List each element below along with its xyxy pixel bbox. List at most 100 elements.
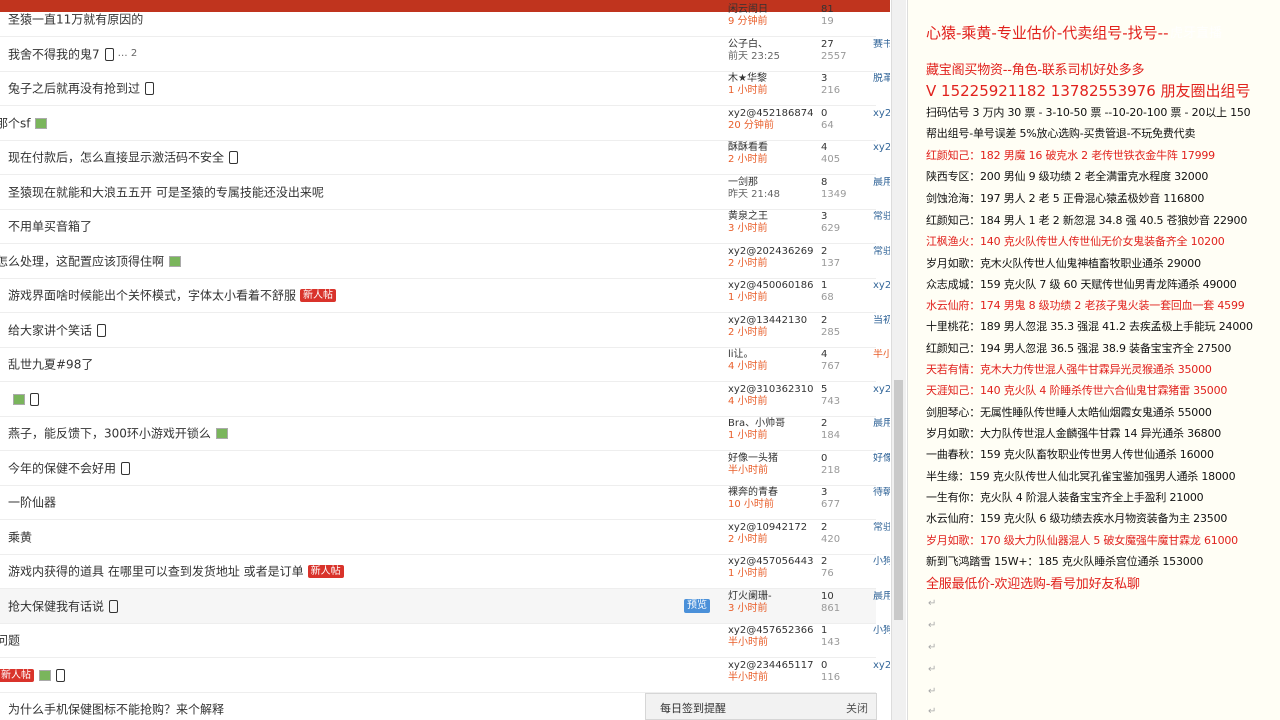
last-reply-user[interactable]: 好像	[873, 453, 890, 465]
author-name[interactable]: 好像一头猪	[728, 453, 818, 465]
thread-row[interactable]: xy2@310362310 4 小时前 5 743 xy2	[0, 382, 890, 417]
thread-row[interactable]: 给大家讲个笑话 xy2@13442130 2 小时前 2 285 当初	[0, 313, 890, 348]
thread-row[interactable]: 一阶仙器 裸奔的青春 10 小时前 3 677 待朝	[0, 485, 890, 520]
thread-title-link[interactable]: 燕子，能反馈下，300环小游戏开锁么	[8, 427, 211, 441]
last-reply-user[interactable]: xy2	[873, 108, 890, 120]
thread-title-link[interactable]: 游戏界面啥时候能出个关怀模式，字体太小看着不舒服	[8, 289, 296, 303]
last-reply-cell[interactable]: 常驻	[873, 211, 890, 223]
last-reply-cell[interactable]: 晨用	[873, 418, 890, 430]
author-name[interactable]: xy2@457652366	[728, 625, 818, 637]
author-name[interactable]: li让。	[728, 349, 818, 361]
last-reply-user[interactable]: 晨用	[873, 177, 890, 189]
thread-row[interactable]: 圣猿现在就能和大浪五五开 可是圣猿的专属技能还没出来呢 一剑那 昨天 21:48 8 1…	[0, 175, 890, 210]
last-reply-cell[interactable]: 好像	[873, 453, 890, 465]
last-reply-cell[interactable]: 半小	[873, 349, 890, 361]
thread-title-link[interactable]: 一阶仙器	[8, 496, 56, 510]
author-name[interactable]: xy2@310362310	[728, 384, 818, 396]
last-reply-cell[interactable]: 常驻	[873, 246, 890, 258]
thread-row[interactable]: 乘黄 xy2@10942172 2 小时前 2 420 常驻	[0, 520, 890, 555]
last-reply-user[interactable]: 晨用	[873, 418, 890, 430]
thread-title-link[interactable]: 乱世九夏#98了	[8, 358, 93, 372]
thread-row[interactable]: 不用单买音箱了 黄泉之王 3 小时前 3 629 常驻	[0, 209, 890, 244]
last-reply-cell[interactable]: 赛书	[873, 39, 890, 51]
thread-title-link[interactable]: 为什么手机保健图标不能抢购？来个解释	[8, 703, 224, 717]
thread-row[interactable]: 今年的保健不会好用 好像一头猪 半小时前 0 218 好像	[0, 451, 890, 486]
thread-title-link[interactable]: 抢大保健我有话说	[8, 599, 104, 613]
thread-title-link[interactable]: 怎么处理，这配置应该顶得住啊	[0, 254, 164, 268]
author-name[interactable]: 闲云闹日	[728, 4, 818, 16]
last-reply-user[interactable]: 待朝	[873, 487, 890, 499]
last-reply-user[interactable]: xy2	[873, 660, 890, 672]
last-reply-user[interactable]: xy2	[873, 384, 890, 396]
last-reply-user[interactable]: 赛书	[873, 39, 890, 51]
popup-close-button[interactable]: 关闭	[846, 700, 868, 716]
thread-row[interactable]: 抢大保健我有话说 预览 灯火阑珊- 3 小时前 10 861 晨用	[0, 588, 890, 624]
last-reply-user[interactable]: 半小	[873, 349, 890, 361]
author-name[interactable]: xy2@450060186	[728, 280, 818, 292]
thread-title-link[interactable]: 游戏内获得的道具 在哪里可以查到发货地址 或者是订单	[8, 565, 304, 579]
author-name[interactable]: xy2@10942172	[728, 522, 818, 534]
last-reply-user[interactable]: xy2	[873, 280, 890, 292]
thread-row[interactable]: 燕子，能反馈下，300环小游戏开锁么 Bra、小帅哥 1 小时前 2 184 晨用	[0, 416, 890, 451]
preview-button[interactable]: 预览	[684, 598, 710, 613]
thread-row[interactable]: 游戏界面啥时候能出个关怀模式，字体太小看着不舒服 新人帖 xy2@450060186…	[0, 278, 890, 313]
thread-title-link[interactable]: 不用单买音箱了	[8, 220, 92, 234]
last-reply-user[interactable]: 小狗	[873, 625, 890, 637]
author-name[interactable]: 灯火阑珊-	[728, 591, 818, 603]
last-reply-cell[interactable]: 常驻	[873, 522, 890, 534]
thread-row[interactable]: 乱世九夏#98了 li让。 4 小时前 4 767 半小	[0, 347, 890, 382]
last-reply-cell[interactable]: xy2	[873, 660, 890, 672]
author-name[interactable]: xy2@234465117	[728, 660, 818, 672]
thread-title-link[interactable]: 乘黄	[8, 530, 32, 544]
author-name[interactable]: Bra、小帅哥	[728, 418, 818, 430]
author-name[interactable]: 公子白、	[728, 39, 818, 51]
thread-title-link[interactable]: 给大家讲个笑话	[8, 323, 92, 337]
thread-title-link[interactable]: 我舍不得我的鬼7	[8, 47, 100, 61]
thread-row[interactable]: 游戏内获得的道具 在哪里可以查到发货地址 或者是订单 新人帖 xy2@4570564…	[0, 554, 890, 589]
scrollbar[interactable]	[891, 0, 906, 720]
author-name[interactable]: 木★华黎	[728, 73, 818, 85]
author-name[interactable]: xy2@13442130	[728, 315, 818, 327]
thread-row[interactable]: 圣猿一直11万就有原因的 闲云闹日 9 分钟前 81 19	[0, 2, 876, 37]
last-reply-cell[interactable]: 小狗	[873, 625, 890, 637]
page-links[interactable]: … 2	[118, 48, 138, 59]
thread-title-link[interactable]: 问题	[0, 634, 20, 648]
last-reply-cell[interactable]: xy2	[873, 108, 890, 120]
thread-title-link[interactable]: 今年的保健不会好用	[8, 461, 116, 475]
thread-row[interactable]: 现在付款后，怎么直接显示激活码不安全 酥酥看看 2 小时前 4 405 xy2	[0, 140, 890, 175]
author-name[interactable]: xy2@452186874	[728, 108, 818, 120]
author-name[interactable]: 酥酥看看	[728, 142, 818, 154]
thread-row[interactable]: 兔子之后就再没有抢到过 木★华黎 1 小时前 3 216 脱革	[0, 71, 890, 106]
thread-title-link[interactable]: 圣猿一直11万就有原因的	[8, 13, 143, 27]
author-name[interactable]: xy2@457056443	[728, 556, 818, 568]
thread-title-link[interactable]: 那个sf	[0, 116, 30, 130]
author-name[interactable]: xy2@202436269	[728, 246, 818, 258]
author-name[interactable]: 一剑那	[728, 177, 818, 189]
thread-title-link[interactable]: 现在付款后，怎么直接显示激活码不安全	[8, 151, 224, 165]
thread-row[interactable]: 问题 xy2@457652366 半小时前 1 143 小狗	[0, 623, 890, 658]
last-reply-user[interactable]: 常驻	[873, 211, 890, 223]
last-reply-cell[interactable]: xy2	[873, 384, 890, 396]
last-reply-user[interactable]: 常驻	[873, 246, 890, 258]
thread-row[interactable]: 怎么处理，这配置应该顶得住啊 xy2@202436269 2 小时前 2 137 常驻	[0, 244, 890, 279]
last-reply-cell[interactable]: 脱革	[873, 73, 890, 85]
last-reply-user[interactable]: xy2	[873, 142, 890, 154]
last-reply-cell[interactable]: 小狗	[873, 556, 890, 568]
author-name[interactable]: 裸奔的青春	[728, 487, 818, 499]
last-reply-cell[interactable]: 晨用	[873, 177, 890, 189]
thread-row[interactable]: 我舍不得我的鬼7… 2 公子白、 前天 23:25 27 2557 赛书	[0, 37, 890, 72]
last-reply-cell[interactable]: 晨用	[873, 591, 890, 603]
scrollbar-thumb[interactable]	[894, 380, 903, 620]
last-reply-cell[interactable]: xy2	[873, 280, 890, 292]
last-reply-cell[interactable]: xy2	[873, 142, 890, 154]
author-name[interactable]: 黄泉之王	[728, 211, 818, 223]
thread-row[interactable]: 那个sf xy2@452186874 20 分钟前 0 64 xy2	[0, 106, 890, 141]
last-reply-user[interactable]: 当初	[873, 315, 890, 327]
thread-title-link[interactable]: 兔子之后就再没有抢到过	[8, 82, 140, 96]
last-reply-user[interactable]: 脱革	[873, 73, 890, 85]
last-reply-cell[interactable]: 当初	[873, 315, 890, 327]
last-reply-user[interactable]: 小狗	[873, 556, 890, 568]
thread-title-link[interactable]: 圣猿现在就能和大浪五五开 可是圣猿的专属技能还没出来呢	[8, 185, 324, 199]
last-reply-user[interactable]: 晨用	[873, 591, 890, 603]
last-reply-user[interactable]: 常驻	[873, 522, 890, 534]
